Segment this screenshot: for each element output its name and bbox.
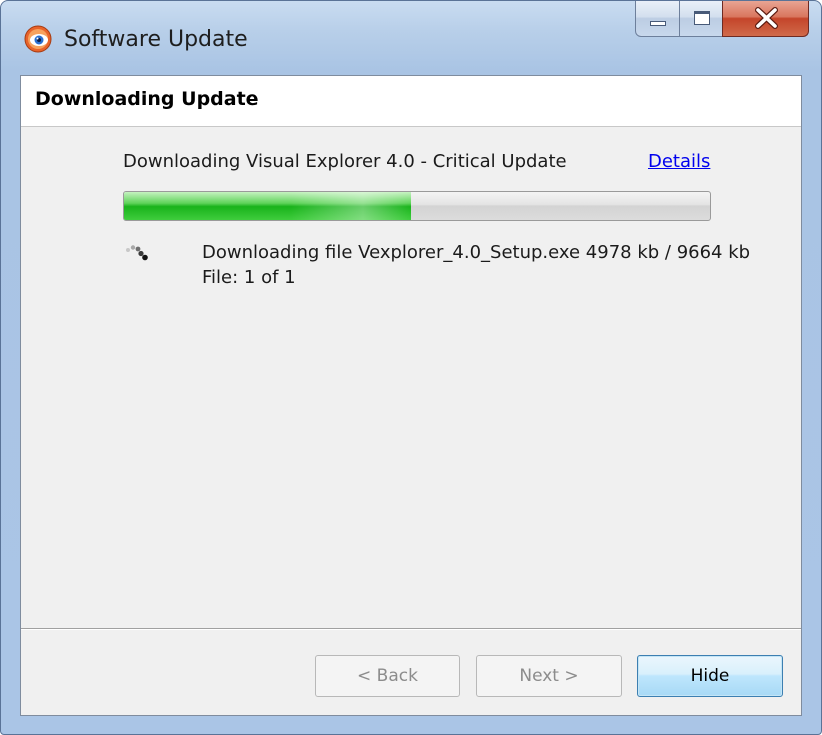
file-download-status: Downloading file Vexplorer_4.0_Setup.exe… [202,242,751,263]
maximize-icon [694,11,710,25]
close-icon [755,7,778,29]
dialog-client-area: Downloading Update Downloading Visual Ex… [20,75,802,716]
app-eye-icon [24,25,52,53]
software-update-window: Software Update Downloading Update Downl… [0,0,822,735]
file-count: File: 1 of 1 [202,267,296,288]
maximize-button[interactable] [679,1,723,37]
minimize-icon [650,21,666,26]
download-task-label: Downloading Visual Explorer 4.0 - Critic… [123,151,567,172]
window-title: Software Update [64,27,248,52]
progress-shine [291,192,412,220]
close-button[interactable] [722,1,809,37]
title-bar[interactable]: Software Update [1,1,821,81]
loading-spinner-icon [126,245,148,261]
hide-button[interactable]: Hide [637,655,783,697]
back-button[interactable]: < Back [315,655,460,697]
details-link[interactable]: Details [648,149,710,175]
download-progress-bar [123,191,711,221]
next-button[interactable]: Next > [476,655,622,697]
caption-buttons [635,1,809,39]
footer-divider [21,628,801,630]
minimize-button[interactable] [635,1,680,37]
wizard-header: Downloading Update [21,76,801,127]
page-title: Downloading Update [35,88,259,110]
